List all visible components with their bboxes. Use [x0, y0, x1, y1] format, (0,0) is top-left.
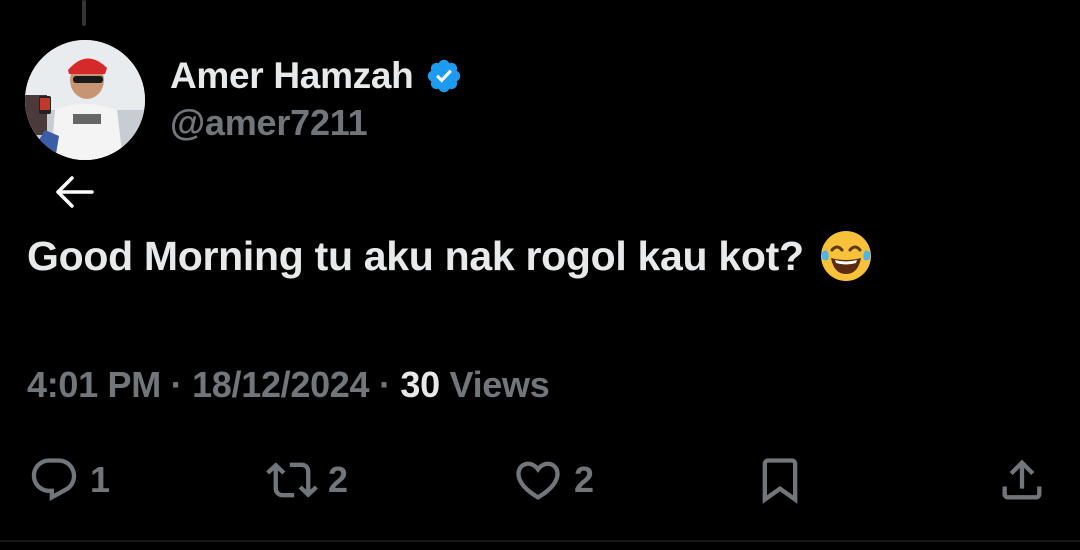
tweet-text: Good Morning tu aku nak rogol kau kot? [27, 232, 804, 279]
reply-button[interactable]: 1 [28, 454, 110, 506]
avatar-photo [25, 40, 145, 160]
share-button[interactable] [996, 454, 1048, 506]
like-button[interactable]: 2 [512, 454, 594, 506]
tweet-metadata: 4:01 PM · 18/12/2024 · 30 Views [27, 364, 550, 406]
verified-badge-icon [428, 59, 461, 93]
arrow-left-icon [56, 176, 94, 208]
meta-separator: · [378, 364, 391, 405]
tears-of-joy-emoji [820, 231, 871, 281]
like-count: 2 [574, 459, 595, 500]
back-button[interactable] [52, 172, 96, 212]
share-icon [1002, 459, 1042, 500]
retweet-button[interactable]: 2 [266, 454, 348, 506]
retweet-count: 2 [328, 459, 349, 500]
reply-count: 1 [90, 459, 111, 500]
tweet-body: Good Morning tu aku nak rogol kau kot? [27, 228, 874, 284]
tweet-date[interactable]: 18/12/2024 [192, 364, 369, 405]
tweet-time[interactable]: 4:01 PM [27, 364, 161, 405]
heart-icon [516, 461, 560, 500]
reply-icon [31, 458, 77, 502]
thread-connector-line [82, 0, 86, 26]
views-count: 30 [400, 364, 440, 405]
divider [0, 540, 1080, 542]
views-label: Views [449, 364, 550, 405]
bookmark-button[interactable] [754, 454, 806, 506]
bookmark-icon [762, 458, 798, 504]
author-handle[interactable]: @amer7211 [170, 102, 368, 144]
retweet-icon [266, 462, 318, 498]
meta-separator: · [170, 364, 183, 405]
author-name-row: Amer Hamzah [170, 52, 463, 100]
author-display-name[interactable]: Amer Hamzah [170, 55, 414, 97]
avatar[interactable] [25, 40, 145, 160]
